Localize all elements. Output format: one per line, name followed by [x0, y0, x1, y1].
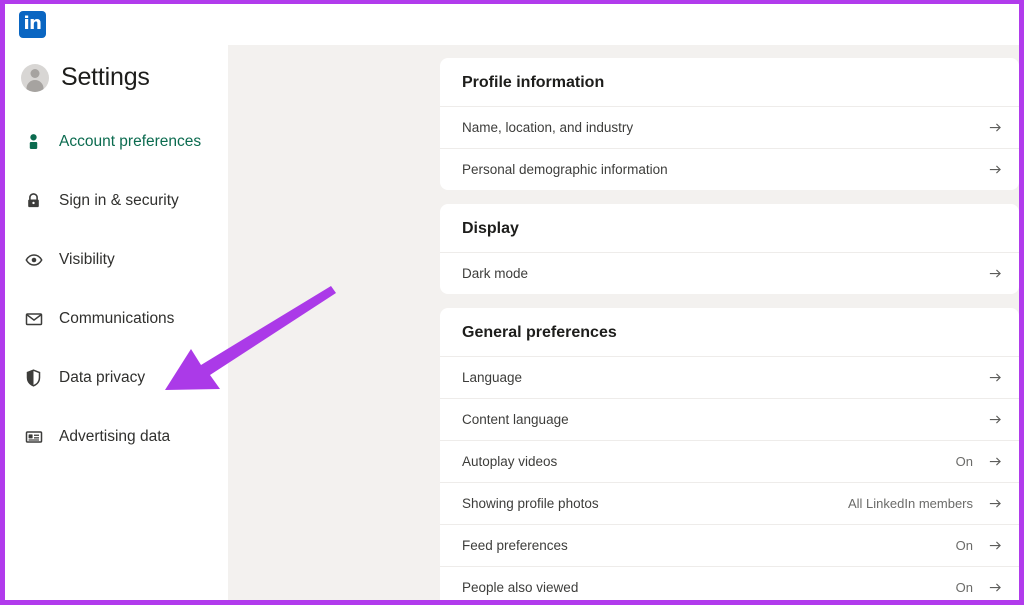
page-body: Settings Account preferences Sign in & s…: [5, 45, 1019, 600]
sidebar-item-account-preferences[interactable]: Account preferences: [5, 112, 228, 171]
settings-row-content-language[interactable]: Content language: [440, 398, 1019, 440]
shield-icon: [24, 368, 43, 387]
arrow-right-icon[interactable]: [987, 266, 1003, 282]
settings-row-showing-profile-photos[interactable]: Showing profile photos All LinkedIn memb…: [440, 482, 1019, 524]
arrow-right-icon[interactable]: [987, 120, 1003, 136]
settings-row-personal-demographic-information[interactable]: Personal demographic information: [440, 148, 1019, 190]
person-icon: [24, 132, 43, 151]
row-label: Dark mode: [462, 266, 529, 281]
page-title: Settings: [61, 63, 150, 91]
settings-row-language[interactable]: Language: [440, 356, 1019, 398]
avatar: [21, 63, 49, 92]
lock-icon: [24, 191, 43, 210]
sidebar-item-label: Sign in & security: [59, 191, 179, 209]
card-general-preferences: General preferences Language Content lan…: [440, 308, 1019, 600]
sidebar-item-label: Visibility: [59, 250, 115, 268]
card-title: Display: [462, 220, 519, 237]
sidebar-nav: Account preferences Sign in & security V…: [5, 112, 228, 466]
sidebar-item-communications[interactable]: Communications: [5, 289, 228, 348]
card-display: Display Dark mode: [440, 204, 1019, 294]
settings-row-dark-mode[interactable]: Dark mode: [440, 252, 1019, 294]
row-label: Name, location, and industry: [462, 120, 634, 135]
sidebar-item-label: Data privacy: [59, 368, 146, 386]
eye-icon: [24, 250, 43, 269]
row-label: Personal demographic information: [462, 162, 668, 177]
settings-content: Profile information Name, location, and …: [228, 45, 1019, 600]
browser-frame: in Settings Account preferences Sign in …: [0, 0, 1024, 605]
sidebar-item-label: Communications: [59, 309, 175, 327]
sidebar-item-sign-in-security[interactable]: Sign in & security: [5, 171, 228, 230]
row-label: Showing profile photos: [462, 496, 599, 511]
envelope-icon: [24, 309, 43, 328]
id-card-icon: [24, 427, 43, 446]
row-label: Content language: [462, 412, 569, 427]
settings-row-people-also-viewed[interactable]: People also viewed On: [440, 566, 1019, 600]
arrow-right-icon[interactable]: [987, 538, 1003, 554]
card-title: Profile information: [462, 74, 605, 91]
row-value: All LinkedIn members: [848, 496, 973, 511]
sidebar-item-visibility[interactable]: Visibility: [5, 230, 228, 289]
sidebar-item-data-privacy[interactable]: Data privacy: [5, 348, 228, 407]
linkedin-logo[interactable]: in: [19, 11, 46, 38]
row-value: On: [955, 538, 973, 553]
sidebar-item-label: Advertising data: [59, 427, 171, 445]
arrow-right-icon[interactable]: [987, 412, 1003, 428]
card-profile-information: Profile information Name, location, and …: [440, 58, 1019, 190]
arrow-right-icon[interactable]: [987, 162, 1003, 178]
row-value: On: [955, 580, 973, 595]
settings-row-name-location-industry[interactable]: Name, location, and industry: [440, 106, 1019, 148]
arrow-right-icon[interactable]: [987, 580, 1003, 596]
sidebar-item-advertising-data[interactable]: Advertising data: [5, 407, 228, 466]
sidebar-item-label: Account preferences: [59, 132, 202, 150]
arrow-right-icon[interactable]: [987, 454, 1003, 470]
settings-row-feed-preferences[interactable]: Feed preferences On: [440, 524, 1019, 566]
top-bar: in: [5, 4, 1019, 45]
arrow-right-icon[interactable]: [987, 496, 1003, 512]
settings-header: Settings: [5, 45, 228, 92]
row-label: Language: [462, 370, 523, 385]
row-label: Feed preferences: [462, 538, 568, 553]
row-value: On: [955, 454, 973, 469]
arrow-right-icon[interactable]: [987, 370, 1003, 386]
card-title: General preferences: [462, 324, 617, 341]
row-label: People also viewed: [462, 580, 579, 595]
settings-sidebar: Settings Account preferences Sign in & s…: [5, 45, 228, 600]
settings-row-autoplay-videos[interactable]: Autoplay videos On: [440, 440, 1019, 482]
row-label: Autoplay videos: [462, 454, 558, 469]
